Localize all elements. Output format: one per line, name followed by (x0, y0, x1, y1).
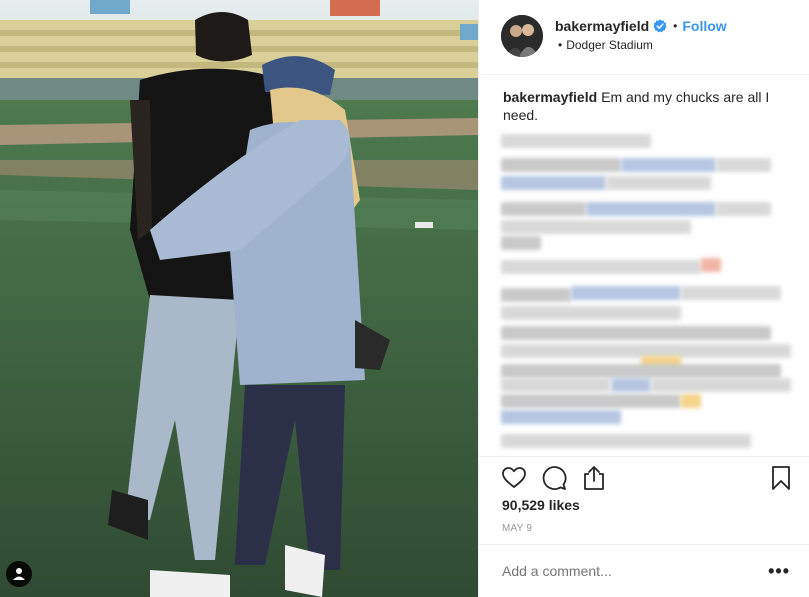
photo-image (0, 0, 478, 597)
share-icon[interactable] (581, 465, 607, 491)
avatar-image (501, 15, 543, 57)
post-date[interactable]: MAY 9 (502, 523, 532, 534)
location-link[interactable]: • Dodger Stadium (558, 38, 653, 52)
blurred-line (681, 286, 781, 300)
post-details-panel: bakermayfield • Follow • Dodger Stadium b… (478, 0, 809, 597)
blurred-line (501, 176, 606, 190)
blurred-line (501, 434, 751, 448)
follow-button[interactable]: Follow (682, 18, 726, 34)
post-photo[interactable] (0, 0, 478, 597)
post-caption: bakermayfield Em and my chucks are all I … (503, 88, 793, 124)
user-tag-icon (13, 568, 25, 580)
comment-input[interactable] (502, 563, 742, 579)
blurred-line (501, 158, 621, 172)
caption-username[interactable]: bakermayfield (503, 89, 597, 105)
username-link[interactable]: bakermayfield (555, 18, 649, 34)
blurred-line (501, 326, 771, 340)
blurred-line (501, 288, 571, 302)
blurred-line (501, 394, 681, 408)
blurred-line (501, 306, 681, 320)
blurred-line (716, 202, 771, 216)
blurred-line (501, 202, 586, 216)
post-header: bakermayfield • Follow • Dodger Stadium (479, 0, 809, 75)
blurred-line (501, 410, 621, 424)
blurred-line (611, 378, 651, 392)
blurred-line (501, 260, 701, 274)
blurred-line (501, 378, 611, 392)
blurred-line (701, 258, 721, 272)
verified-badge-icon (653, 19, 667, 33)
heart-icon[interactable] (501, 465, 527, 491)
bookmark-icon[interactable] (768, 465, 794, 491)
blurred-line (501, 220, 691, 234)
blurred-line (571, 286, 681, 300)
blurred-line (606, 176, 711, 190)
post-actions (479, 456, 809, 496)
location-bullet: • (558, 38, 563, 52)
location-label: Dodger Stadium (566, 38, 653, 52)
blurred-line (621, 158, 716, 172)
blurred-line (501, 134, 651, 148)
blurred-line (681, 394, 701, 408)
likes-count[interactable]: 90,529 likes (502, 497, 580, 513)
header-title-row: bakermayfield • Follow (555, 18, 727, 34)
user-tag-button[interactable] (6, 561, 32, 587)
blurred-line (501, 236, 541, 250)
more-options-button[interactable]: ••• (768, 561, 790, 582)
blurred-line (716, 158, 771, 172)
blurred-line (501, 364, 781, 378)
blurred-comments (501, 128, 791, 448)
avatar[interactable] (501, 15, 543, 57)
blurred-line (586, 202, 716, 216)
separator-dot: • (673, 19, 678, 33)
comment-bar: ••• (479, 544, 809, 597)
comment-icon[interactable] (541, 465, 567, 491)
blurred-line (651, 378, 791, 392)
